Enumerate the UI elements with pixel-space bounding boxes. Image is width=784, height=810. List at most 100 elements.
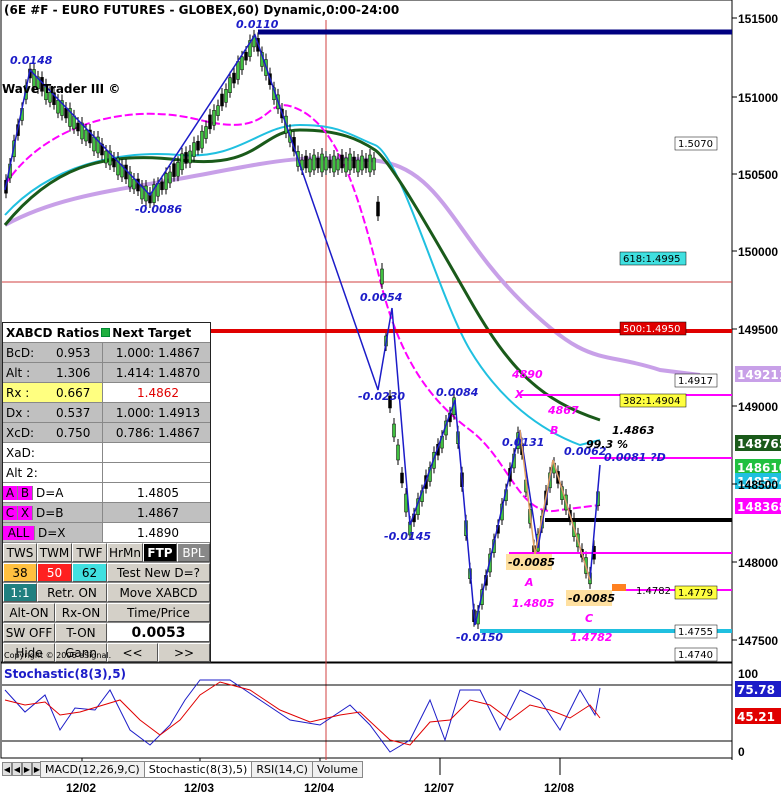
hrmn-button[interactable]: HrMn: [107, 543, 143, 562]
tab-macd[interactable]: MACD(12,26,9,C): [40, 761, 145, 778]
bpl-button[interactable]: BPL: [177, 543, 210, 562]
xad-label: XaD:: [3, 443, 103, 462]
c-tag-marker: [612, 584, 626, 591]
candle-body: [212, 110, 216, 126]
candle-body: [184, 152, 188, 164]
candle-body: [224, 89, 228, 103]
candle-body: [360, 155, 364, 171]
alt-on-button[interactable]: Alt-ON: [3, 603, 55, 622]
tab-rsi[interactable]: RSI(14,C): [251, 761, 313, 778]
tab-volume[interactable]: Volume: [311, 761, 363, 778]
price-tag: 382:1.4904: [623, 396, 680, 407]
prev-icon[interactable]: ◀: [12, 762, 22, 776]
swing-label: -0.0150: [456, 631, 503, 644]
y-tick-label: 148500: [738, 478, 778, 492]
stoch-level-label: 100: [738, 667, 758, 681]
y-tick-label: 149500: [738, 323, 778, 337]
ratio-value: 0.953: [56, 345, 91, 360]
ratio-key: Alt :: [6, 365, 31, 380]
swing-label: 0.0148: [10, 54, 53, 67]
target-square-icon: [101, 328, 111, 337]
candle-body: [308, 158, 312, 173]
tws-button[interactable]: TWS: [3, 543, 37, 562]
move-xabcd-button[interactable]: Move XABCD: [107, 583, 210, 602]
sw-off-button[interactable]: SW OFF: [3, 623, 55, 642]
candle-body: [320, 153, 324, 173]
fib-38-value[interactable]: 38: [3, 563, 37, 582]
pattern-b-button[interactable]: B: [18, 485, 33, 500]
d-equals-value: 1.4805: [103, 483, 210, 502]
candle-body: [368, 154, 372, 173]
price-tag: 1.5070: [678, 139, 713, 150]
time-price-button[interactable]: Time/Price: [107, 603, 210, 622]
price-tag: 1.4755: [678, 627, 713, 638]
candle-body: [344, 157, 348, 173]
pattern-c-button[interactable]: C: [3, 505, 18, 520]
pattern-label: X: [514, 388, 524, 401]
twm-button[interactable]: TWM: [37, 543, 72, 562]
ratio-key: Dx :: [6, 405, 31, 420]
alt2-value: [103, 463, 210, 482]
next-button[interactable]: >>: [158, 643, 210, 662]
price-tag: 618:1.4995: [623, 254, 680, 265]
x-tick-label: 12/08: [544, 781, 574, 795]
candle-body: [168, 171, 172, 184]
swing-label: 0.0084: [436, 386, 478, 399]
next-icon[interactable]: ▶: [22, 762, 32, 776]
y-tick-label: 151000: [738, 91, 778, 105]
candle-body: [400, 472, 404, 484]
price-tag: 500:1.4950: [623, 324, 680, 335]
pattern-label: C: [585, 612, 593, 625]
fib-62-value[interactable]: 62: [72, 563, 107, 582]
ratio-target: 1.4862: [103, 383, 210, 402]
candle-body: [188, 150, 192, 164]
d-equals-value: 1.4890: [103, 523, 210, 542]
watermark: Wave Trader III ©: [2, 82, 121, 96]
candle-body: [204, 126, 208, 139]
pattern-label: 99.3 %: [586, 438, 628, 451]
pattern-x-button[interactable]: X: [18, 505, 33, 520]
candle-body: [356, 159, 360, 173]
y-tick-label: 148000: [738, 556, 778, 570]
candle-body: [324, 156, 328, 171]
pattern-label: 1.4863: [612, 424, 655, 437]
prev-button[interactable]: <<: [107, 643, 158, 662]
twf-button[interactable]: TWF: [72, 543, 107, 562]
retr-on-button[interactable]: Retr. ON: [37, 583, 107, 602]
swing-label: -0.0085: [508, 556, 555, 569]
candle-body: [104, 150, 108, 164]
rx-on-button[interactable]: Rx-ON: [55, 603, 107, 622]
first-icon[interactable]: ◀: [2, 762, 12, 776]
candle-body: [208, 114, 212, 130]
ftp-button[interactable]: FTP: [143, 543, 177, 562]
candle-body: [200, 130, 204, 149]
candle-body: [172, 163, 176, 177]
candle-body: [336, 158, 340, 171]
one-to-one-button[interactable]: 1:1: [3, 583, 37, 602]
candle-body: [304, 155, 308, 169]
test-new-d-button[interactable]: Test New D=?: [107, 563, 210, 582]
d-equals-label: D=A: [36, 485, 64, 500]
y-tick-label: 151500: [738, 12, 778, 26]
ratio-value: 0.750: [56, 425, 91, 440]
candle-body: [240, 56, 244, 71]
pattern-all-button[interactable]: ALL: [3, 525, 35, 540]
alt2-label: Alt 2:: [3, 463, 103, 482]
fib-50-value[interactable]: 50: [37, 563, 72, 582]
measure-value: 0.0053: [107, 623, 210, 642]
swing-label: -0.0230: [358, 390, 405, 403]
candle-body: [244, 51, 248, 61]
t-on-button[interactable]: T-ON: [55, 623, 107, 642]
pattern-label: 4890: [511, 368, 543, 381]
y-tick-label: 147500: [738, 634, 778, 648]
panel-header: XABCD Ratios Next Target: [3, 323, 210, 343]
y-tick-label: 149000: [738, 400, 778, 414]
pattern-a-button[interactable]: A: [3, 485, 18, 500]
ratio-target: 1.414: 1.4870: [103, 363, 210, 382]
candle-body: [176, 161, 180, 177]
stoch-d-tag: 45.21: [737, 710, 775, 724]
ratio-key: BcD:: [6, 345, 35, 360]
tab-stochastic[interactable]: Stochastic(8(3),5): [143, 761, 253, 778]
candle-body: [56, 99, 60, 114]
price-tag: 1.4740: [678, 650, 713, 661]
